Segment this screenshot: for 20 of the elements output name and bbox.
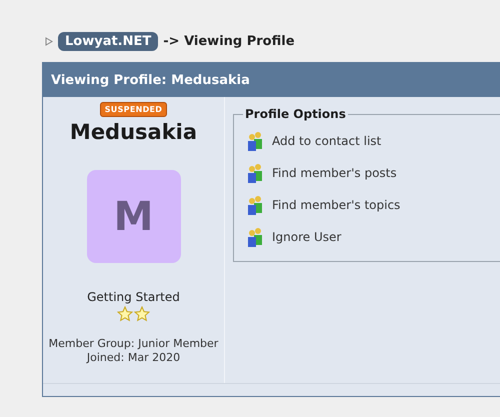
status-badge: SUSPENDED bbox=[100, 102, 168, 117]
options-title: Profile Options bbox=[244, 107, 347, 121]
arrow-icon bbox=[45, 36, 53, 46]
site-link[interactable]: Lowyat.NET bbox=[58, 32, 158, 50]
users-icon bbox=[246, 227, 264, 247]
panel-title: Viewing Profile: Medusakia bbox=[43, 63, 500, 97]
breadcrumb-text: -> Viewing Profile bbox=[163, 34, 295, 48]
option-link[interactable]: Find member's topics bbox=[246, 189, 496, 221]
rank-title: Getting Started bbox=[87, 290, 180, 304]
option-link[interactable]: Find member's posts bbox=[246, 157, 496, 189]
rank-stars-icon bbox=[117, 306, 150, 322]
avatar: M bbox=[86, 170, 180, 263]
users-icon bbox=[246, 131, 264, 151]
option-link[interactable]: Ignore User bbox=[246, 221, 496, 253]
users-icon bbox=[246, 195, 264, 215]
joined-date: Joined: Mar 2020 bbox=[86, 351, 180, 365]
member-group: Member Group: Junior Member bbox=[48, 337, 218, 351]
option-link[interactable]: Add to contact list bbox=[246, 125, 496, 157]
users-icon bbox=[246, 163, 264, 183]
username: Medusakia bbox=[70, 120, 198, 144]
